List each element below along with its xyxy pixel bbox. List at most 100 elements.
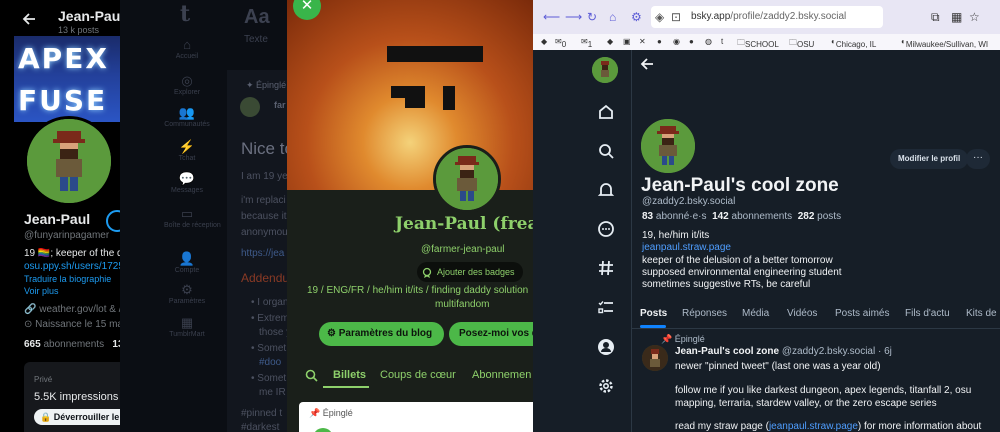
translate-icon[interactable]: ⧉ <box>931 10 940 24</box>
chat-icon: 💬 <box>178 171 196 186</box>
nav-item-account[interactable]: 👤 Compte <box>164 252 210 275</box>
url-text: bsky.app/profile/zaddy2.bsky.social <box>691 11 847 22</box>
blog-settings-button[interactable]: ⚙ Paramètres du blog <box>319 322 445 346</box>
compass-icon: ◎ <box>181 73 193 88</box>
nav-item-settings[interactable]: ⚙ Paramètres <box>164 283 210 306</box>
tab-posts[interactable]: Billets <box>333 369 366 381</box>
bookmark-icon[interactable]: ✕ <box>639 37 646 46</box>
bookmark-icon[interactable]: ▣ <box>623 37 631 46</box>
tumblr-dashboard-window: t ⌂ Accueil ◎ Explorer 👥 Communautés ⚡ Tchat… <box>120 0 290 432</box>
post-tag[interactable]: #darkest <box>241 422 279 432</box>
post-header[interactable]: Jean-Paul's cool zone @zaddy2.bsky.socia… <box>675 346 892 357</box>
nav-item-messages[interactable]: 💬 Messages <box>164 172 210 195</box>
home-icon[interactable] <box>597 103 615 121</box>
follow-counts[interactable]: 665 abonnements 13 <box>24 339 120 350</box>
text-post-icon[interactable]: Aa <box>244 6 270 29</box>
bullet-item[interactable]: #doo <box>259 357 281 368</box>
sidebar-avatar[interactable] <box>592 57 618 83</box>
avatar[interactable] <box>24 116 114 206</box>
gear-icon[interactable] <box>597 377 615 395</box>
verified-icon <box>106 210 120 232</box>
unlock-button[interactable]: 🔒 Déverrouiller le <box>34 409 120 425</box>
profile-stats[interactable]: 83 abonné·e·s 142 abonnements 282 posts <box>642 211 841 222</box>
bullet-item: • Somet <box>251 343 287 354</box>
lock-icon: ⊡ <box>671 10 682 24</box>
reload-icon[interactable]: ↻ <box>587 10 597 24</box>
bio-text: keeper of the delusion of a better tomor… <box>642 255 833 266</box>
back-icon[interactable]: ⟵ <box>543 10 560 24</box>
extension-icon[interactable]: ⚙ <box>631 10 642 24</box>
bio-text: supposed environmental engineering stude… <box>642 267 842 278</box>
bio-link[interactable]: jeanpaul.straw.page <box>642 242 731 253</box>
bookmark-icon[interactable]: ◍ <box>705 37 712 46</box>
nav-item-explore[interactable]: ◎ Explorer <box>164 74 210 97</box>
tab-videos[interactable]: Vidéos <box>787 308 817 319</box>
bookmark-icon[interactable]: ● <box>657 37 662 46</box>
tumblr-logo[interactable]: t <box>180 1 190 27</box>
bookmark-weather-milwaukee[interactable]: ◐ Milwaukee/Sullivan, WI <box>901 37 988 49</box>
post-avatar[interactable] <box>642 345 668 371</box>
more-options-button[interactable]: ··· <box>966 149 990 169</box>
bookmark-weather-chicago[interactable]: ◐ Chicago, IL <box>831 37 876 49</box>
search-icon[interactable] <box>597 142 615 160</box>
see-more-link[interactable]: Voir plus <box>24 286 59 296</box>
blog-tabs: Billets Coups de cœur Abonnemen <box>287 358 533 388</box>
hashtag-icon[interactable] <box>597 259 615 277</box>
avatar[interactable] <box>639 117 697 175</box>
bookmark-gmail[interactable]: ✉ 0 <box>555 37 566 49</box>
url-bar[interactable]: ◈ ⊡ bsky.app/profile/zaddy2.bsky.social <box>651 6 883 28</box>
star-icon[interactable]: ☆ <box>969 10 980 24</box>
nav-item-inbox[interactable]: ▭ Boîte de réception <box>164 207 221 230</box>
blog-avatar[interactable] <box>433 145 501 213</box>
browser-window: ⟵ ⟶ ↻ ⌂ ⚙ ◈ ⊡ bsky.app/profile/zaddy2.bs… <box>533 0 1000 432</box>
bookmark-icon[interactable]: ◆ <box>607 37 613 46</box>
bookmark-icon[interactable]: ● <box>689 37 694 46</box>
back-arrow-icon[interactable] <box>22 12 36 26</box>
post-avatar[interactable] <box>240 97 260 117</box>
pinned-label: ✦ Épinglé <box>246 80 287 90</box>
bio-link[interactable]: osu.ppy.sh/users/1725 <box>24 261 120 272</box>
post-tag[interactable]: #pinned t <box>241 408 282 419</box>
tab-feeds[interactable]: Fils d'actu <box>905 308 950 319</box>
nav-item-home[interactable]: ⌂ Accueil <box>164 38 210 61</box>
bookmark-folder-school[interactable]: 🗀 SCHOOL <box>737 37 779 51</box>
lightning-icon: ⚡ <box>178 139 196 154</box>
back-arrow-icon[interactable] <box>639 56 655 72</box>
chat-icon[interactable] <box>597 220 615 238</box>
bookmark-folder-osu[interactable]: 🗀 OSU <box>789 37 814 51</box>
tab-likes[interactable]: Posts aimés <box>835 308 889 319</box>
home-icon[interactable]: ⌂ <box>609 10 616 24</box>
apps-icon[interactable]: ▦ <box>951 10 962 24</box>
tab-replies[interactable]: Réponses <box>682 308 727 319</box>
tab-likes[interactable]: Coups de cœur <box>380 369 456 381</box>
tab-media[interactable]: Média <box>742 308 769 319</box>
post-link[interactable]: https://jea <box>241 248 284 259</box>
bookmark-mail[interactable]: ✉ 1 <box>581 37 592 49</box>
nav-item-communities[interactable]: 👥 Communautés <box>164 106 210 129</box>
sidebar-divider <box>631 50 632 432</box>
bell-icon[interactable] <box>597 181 615 199</box>
nav-item-mart[interactable]: ▦ TumblrMart <box>164 316 210 339</box>
bookmark-icon[interactable]: ◆ <box>541 37 547 46</box>
tumblr-nav-rail: t ⌂ Accueil ◎ Explorer 👥 Communautés ⚡ Tchat… <box>120 0 224 432</box>
forward-icon[interactable]: ⟶ <box>565 10 582 24</box>
tab-posts[interactable]: Posts <box>640 308 667 319</box>
x-profile-window: Jean-Paul 13 k posts APEX FUSE Jean-Paul… <box>0 0 120 432</box>
profile-icon[interactable] <box>597 338 615 356</box>
bullet-item: • I organ <box>251 297 289 308</box>
blog-description: 19 / ENG/FR / he/him it/its / finding da… <box>307 285 529 296</box>
search-icon[interactable] <box>305 369 318 382</box>
post-link[interactable]: jeanpaul.straw.page <box>769 421 858 432</box>
nav-item-chat[interactable]: ⚡ Tchat <box>164 140 210 163</box>
post-author[interactable]: far <box>274 100 286 110</box>
add-badges-button[interactable]: Ajouter des badges <box>417 262 523 282</box>
list-icon[interactable] <box>597 298 615 316</box>
tab-starter-packs[interactable]: Kits de <box>966 308 997 319</box>
bookmark-icon[interactable]: t <box>721 37 723 46</box>
bookmark-icon[interactable]: ◉ <box>673 37 680 46</box>
text-post-label[interactable]: Texte <box>244 34 268 45</box>
edit-profile-button[interactable]: Modifier le profil <box>890 149 969 169</box>
translate-bio-link[interactable]: Traduire la biographie <box>24 274 111 284</box>
tab-following[interactable]: Abonnemen <box>472 369 531 381</box>
ask-button[interactable]: Posez-moi vos q <box>449 322 533 346</box>
